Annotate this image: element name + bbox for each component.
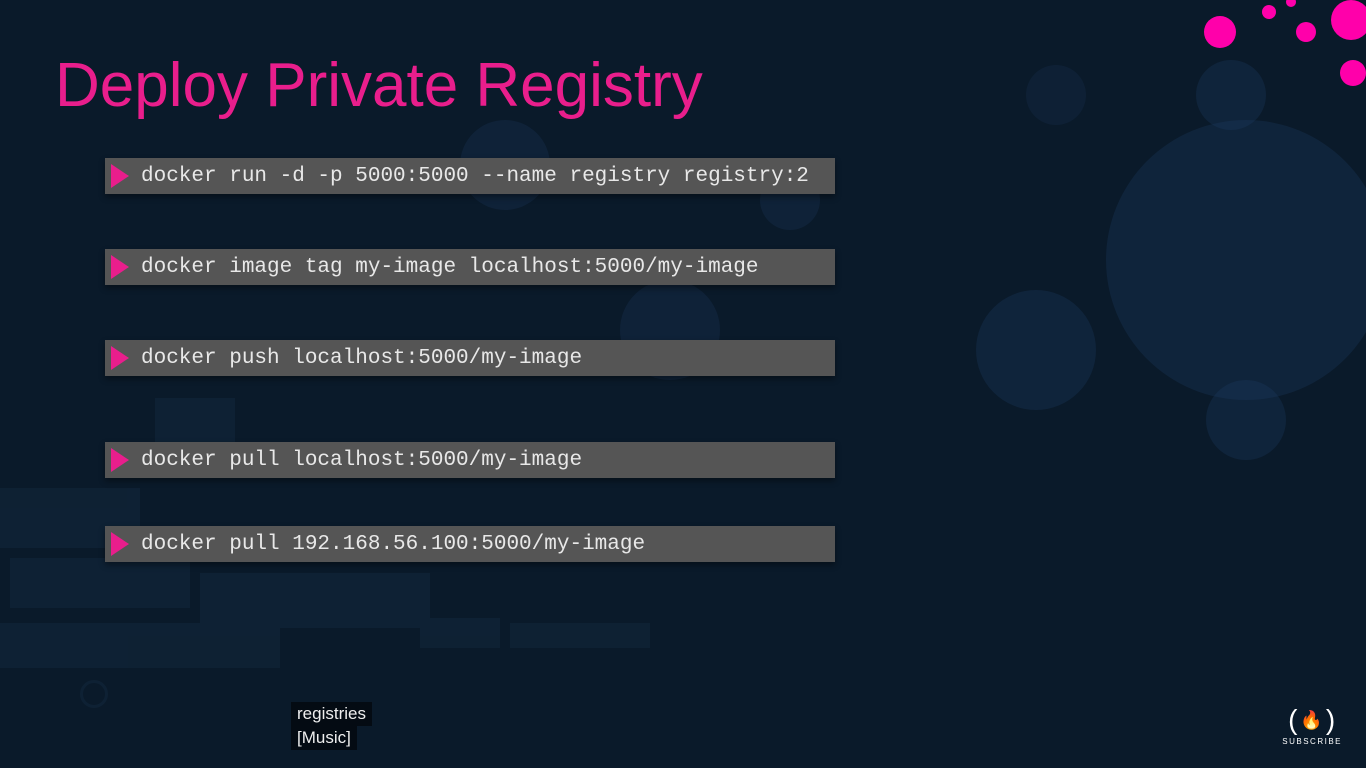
play-arrow-icon — [111, 346, 129, 370]
decorative-circle — [1206, 380, 1286, 460]
command-row: docker push localhost:5000/my-image — [105, 340, 835, 376]
caption-line: registries — [291, 702, 372, 726]
subscribe-button[interactable]: (🔥) SUBSCRIBE — [1282, 704, 1342, 746]
command-row: docker pull localhost:5000/my-image — [105, 442, 835, 478]
decorative-circle — [1026, 65, 1086, 125]
decorative-dot — [1296, 22, 1316, 42]
command-text: docker run -d -p 5000:5000 --name regist… — [141, 165, 809, 188]
decorative-dot — [1331, 0, 1366, 40]
command-text: docker pull 192.168.56.100:5000/my-image — [141, 533, 645, 556]
command-text: docker push localhost:5000/my-image — [141, 347, 582, 370]
command-text: docker pull localhost:5000/my-image — [141, 449, 582, 472]
decorative-dot — [1204, 16, 1236, 48]
video-captions: registries [Music] — [291, 702, 372, 750]
decorative-circle — [976, 290, 1096, 410]
decorative-circle — [1196, 60, 1266, 130]
commands-list: docker run -d -p 5000:5000 --name regist… — [105, 158, 835, 617]
command-text: docker image tag my-image localhost:5000… — [141, 256, 759, 279]
command-row: docker pull 192.168.56.100:5000/my-image — [105, 526, 835, 562]
play-arrow-icon — [111, 532, 129, 556]
play-arrow-icon — [111, 448, 129, 472]
caption-line: [Music] — [291, 726, 357, 750]
play-arrow-icon — [111, 255, 129, 279]
play-arrow-icon — [111, 164, 129, 188]
decorative-dot — [1286, 0, 1296, 7]
subscribe-label: SUBSCRIBE — [1282, 737, 1342, 746]
decorative-dot — [1262, 5, 1276, 19]
fire-logo-icon: (🔥) — [1282, 704, 1342, 736]
slide-title: Deploy Private Registry — [55, 50, 703, 121]
decorative-dot — [1340, 60, 1366, 86]
command-row: docker image tag my-image localhost:5000… — [105, 249, 835, 285]
command-row: docker run -d -p 5000:5000 --name regist… — [105, 158, 835, 194]
decorative-circle — [1106, 120, 1366, 400]
